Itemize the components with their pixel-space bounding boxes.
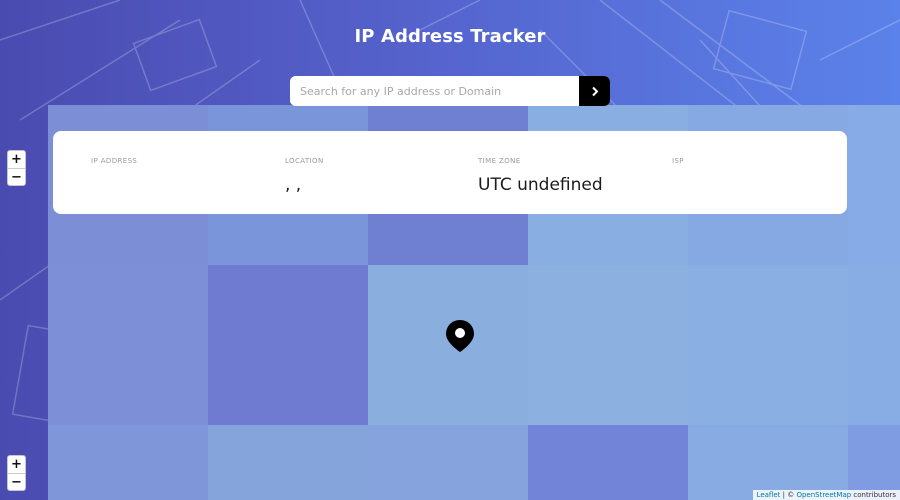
- zoom-control-top: + −: [7, 150, 26, 186]
- map-tile: [528, 425, 688, 500]
- ip-address-section: IP ADDRESS: [91, 157, 137, 175]
- location-pin-icon[interactable]: [445, 319, 475, 357]
- zoom-out-button[interactable]: −: [8, 168, 25, 185]
- zoom-in-button[interactable]: +: [8, 456, 25, 473]
- timezone-value: UTC undefined: [478, 175, 603, 195]
- search-form: [290, 76, 610, 106]
- timezone-label: TIME ZONE: [478, 157, 521, 165]
- location-value: , ,: [285, 175, 302, 195]
- map-tile: [208, 425, 368, 500]
- map-tile: [848, 265, 900, 425]
- info-card: IP ADDRESS LOCATION , , TIME ZONE UTC un…: [53, 131, 847, 214]
- chevron-right-icon: [591, 82, 599, 101]
- zoom-control-bottom: + −: [7, 455, 26, 491]
- leaflet-link[interactable]: Leaflet: [757, 491, 781, 499]
- zoom-out-button[interactable]: −: [8, 473, 25, 490]
- map-tile: [368, 425, 528, 500]
- page-title: IP Address Tracker: [354, 26, 546, 47]
- map-tile: [528, 265, 688, 425]
- map-tile: [848, 105, 900, 265]
- search-button[interactable]: [579, 76, 610, 106]
- ip-address-label: IP ADDRESS: [91, 157, 138, 165]
- isp-label: ISP: [672, 157, 684, 165]
- openstreetmap-link[interactable]: OpenStreetMap: [796, 491, 851, 499]
- zoom-in-button[interactable]: +: [8, 151, 25, 168]
- map-tile: [688, 425, 848, 500]
- attribution-separator: | ©: [780, 491, 797, 499]
- isp-section: ISP: [672, 157, 684, 175]
- search-input[interactable]: [290, 76, 579, 106]
- map-tile: [48, 425, 208, 500]
- map-tile: [848, 425, 900, 500]
- map-tile: [48, 265, 208, 425]
- timezone-section: TIME ZONE UTC undefined: [478, 157, 603, 195]
- attribution-suffix: contributors: [851, 491, 896, 499]
- location-label: LOCATION: [285, 157, 324, 165]
- location-section: LOCATION , ,: [285, 157, 324, 195]
- map-attribution: Leaflet | © OpenStreetMap contributors: [752, 490, 900, 500]
- map-tile: [688, 265, 848, 425]
- map-tile: [208, 265, 368, 425]
